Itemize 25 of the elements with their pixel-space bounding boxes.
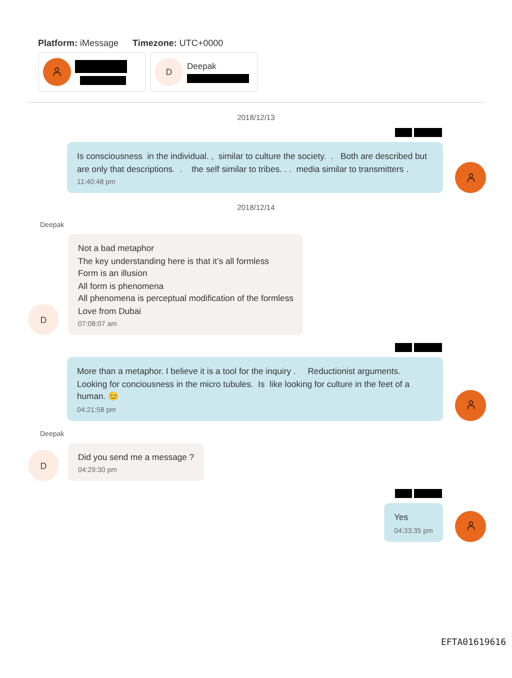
- redaction-bar: [395, 128, 412, 137]
- person-icon: [53, 67, 61, 77]
- message-text: More than a metaphor. I believe it is a tool for the inquiry . Reductionist arguments. Looking for conciousness in the micro tubules. Is like looking for culture in the feet of a human. 😊: [77, 365, 410, 402]
- message-text: Not a bad metaphor The key understanding here is that it’s all formless Form is an illusion All form is phenomena All phenomena is perceptual modification of the formless Love from Dubai: [78, 242, 294, 317]
- redaction-bar: [414, 489, 442, 498]
- redaction-bar: [187, 74, 249, 83]
- redaction-bar: [395, 343, 412, 352]
- document-id: EFTA01619616: [440, 638, 506, 648]
- redaction-bar: [75, 60, 127, 72]
- avatar: D: [28, 450, 59, 481]
- timezone-label: Timezone: UTC+0000: [132, 38, 224, 48]
- redaction-bar: [414, 343, 442, 352]
- redaction-bar: [80, 76, 126, 84]
- message-text: Is consciousness in the individual. , similar to culture the society. . Both are described but are only that descriptions. . the self similar to tribes. . . media similar to transmitters .: [77, 150, 428, 175]
- participant-name: Deepak: [187, 61, 218, 71]
- person-icon: [466, 400, 474, 410]
- person-icon: [466, 172, 474, 182]
- redaction-bar: [414, 128, 442, 137]
- message-text: Yes: [394, 511, 410, 524]
- avatar: D: [28, 304, 59, 335]
- person-icon: [466, 521, 474, 531]
- platform-label: Platform: iMessage: [38, 38, 119, 48]
- avatar: D: [155, 58, 183, 86]
- redaction-bar: [395, 489, 412, 498]
- message-text: Did you send me a message ?: [78, 450, 194, 463]
